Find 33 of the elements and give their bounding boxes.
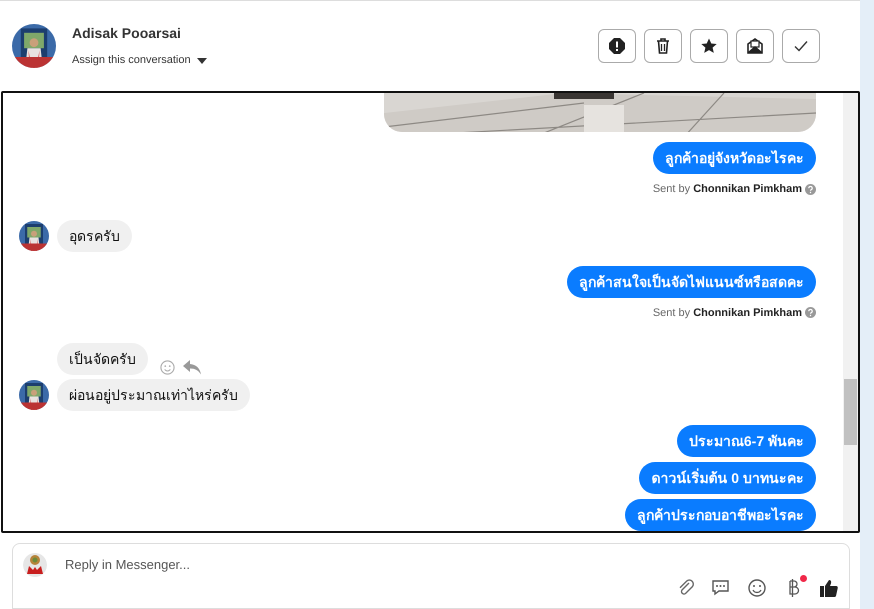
spam-icon — [608, 37, 626, 55]
message-bubble: อุดรครับ — [57, 220, 132, 252]
trash-button[interactable] — [644, 29, 682, 63]
message-bubble: ลูกค้าสนใจเป็นจัดไฟแนนซ์หรือสดคะ — [567, 266, 816, 298]
help-icon[interactable] — [805, 307, 816, 318]
message-bubble: ผ่อนอยู่ประมาณเท่าไหร่ครับ — [57, 379, 250, 411]
trash-icon — [654, 37, 672, 55]
envelope-icon — [746, 37, 764, 55]
reply-icon[interactable] — [183, 360, 201, 374]
emoji-icon — [747, 578, 767, 598]
star-button[interactable] — [690, 29, 728, 63]
check-button[interactable] — [782, 29, 820, 63]
thumbs-up-icon — [819, 578, 839, 598]
message-bubble: ลูกค้าประกอบอาชีพอะไรคะ — [625, 499, 816, 531]
thumbs-up-button[interactable] — [819, 578, 839, 598]
sent-by-label: Sent by Chonnikan Pimkham — [652, 306, 802, 320]
assign-dropdown[interactable]: Assign this conversation — [72, 52, 207, 69]
speech-bubble-button[interactable] — [711, 578, 731, 598]
message-bubble: ลูกค้าอยู่จังหวัดอะไรคะ — [653, 142, 816, 174]
contact-name: Adisak Pooarsai — [72, 24, 182, 44]
spam-button[interactable] — [598, 29, 636, 63]
sent-by-label: Sent by Chonnikan Pimkham — [652, 182, 802, 197]
message-bubble: ดาวน์เริ่มต้น 0 บาทนะคะ — [639, 462, 816, 494]
caret-icon — [196, 58, 207, 64]
message-bubble: เป็นจัดครับ — [57, 343, 148, 375]
star-icon — [700, 37, 718, 55]
speech-bubble-icon — [711, 578, 731, 598]
reply-field[interactable]: Reply in Messenger... — [12, 543, 850, 609]
envelope-button[interactable] — [736, 29, 774, 63]
emoji-button[interactable] — [747, 578, 767, 598]
scrollbar[interactable] — [843, 93, 858, 531]
help-icon[interactable] — [805, 184, 816, 195]
message-bubble: ประมาณ6-7 พันคะ — [676, 425, 816, 457]
